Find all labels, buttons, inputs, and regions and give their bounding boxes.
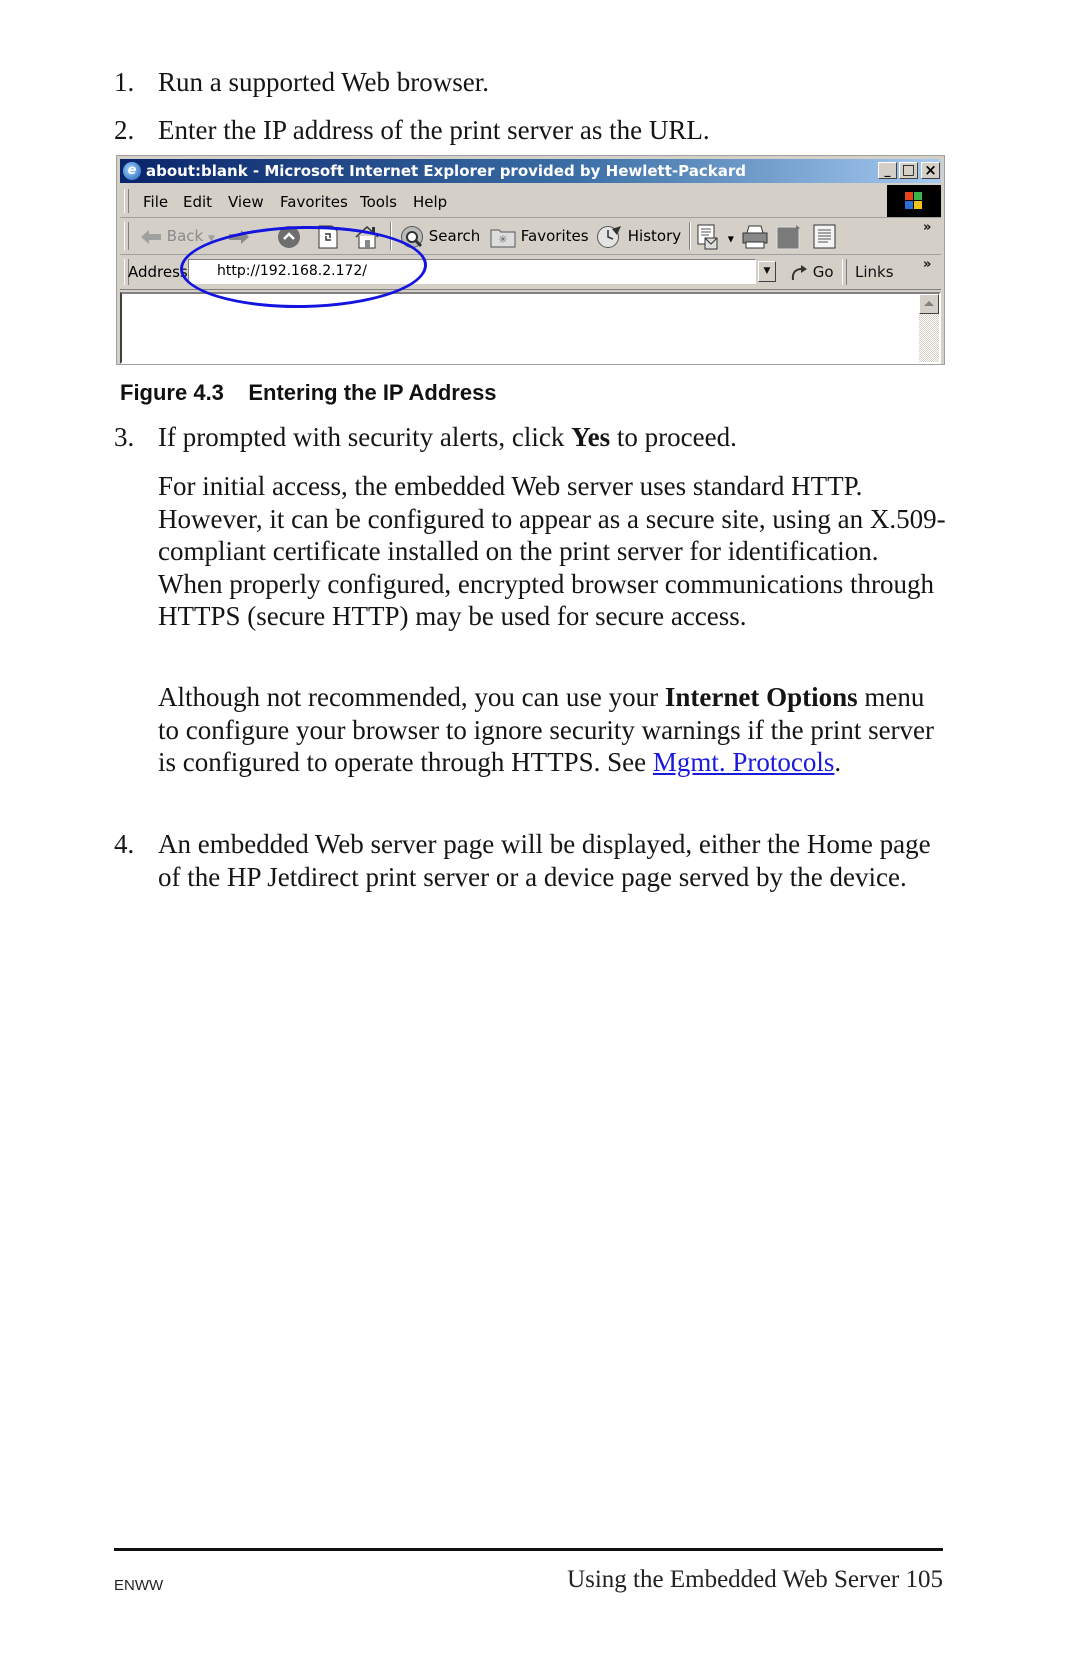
browser-window-title: about:blank - Microsoft Internet Explore… [146,162,746,180]
forward-arrow-icon [229,229,249,244]
toolbar-separator [390,222,392,250]
back-button[interactable]: Back ▼ [140,224,215,248]
menu-favorites[interactable]: Favorites [280,193,348,211]
footer-locale-code: ENWW [114,1577,164,1594]
paragraph-text: . [834,747,842,777]
mail-button[interactable]: ▼ [697,224,734,250]
step-number: 1. [114,67,135,97]
back-arrow-icon [141,229,161,244]
standard-toolbar: Back ▼ Search ✳ Favorites History ▼ » [120,218,941,255]
figure-caption: Figure 4.3 Entering the IP Address [120,380,497,405]
stop-button[interactable] [277,224,301,248]
yes-emphasis: Yes [571,422,611,452]
favorites-folder-icon: ✳ [490,229,516,247]
menu-bar: File Edit View Favorites Tools Help [120,185,941,218]
discuss-button[interactable] [812,224,838,249]
step-text: If prompted with security alerts, click … [158,421,958,454]
go-label: Go [812,263,834,281]
stop-icon [278,225,300,248]
minimize-button[interactable]: _ [878,162,897,179]
step-text: Enter the IP address of the print server… [158,115,710,145]
search-globe-icon [401,225,423,248]
search-label: Search [428,227,481,245]
history-clock-icon [597,225,621,248]
internet-options-paragraph: Although not recommended, you can use yo… [158,681,948,779]
mail-icon [697,224,718,250]
home-button[interactable] [354,224,380,248]
forward-button[interactable] [228,224,250,248]
windows-flag-icon [905,192,923,210]
svg-text:✳: ✳ [498,233,507,246]
close-button[interactable]: × [921,162,940,179]
address-dropdown-icon[interactable]: ▼ [758,261,776,282]
edit-page-icon [776,225,800,250]
toolbar-grip[interactable] [842,259,847,285]
back-label: Back [166,227,204,245]
favorites-button[interactable]: ✳ Favorites [490,224,589,248]
address-label: Address [128,263,188,281]
step-number: 4. [114,829,135,859]
browser-title-bar: e about:blank - Microsoft Internet Explo… [120,159,941,183]
maximize-button[interactable]: □ [899,162,918,179]
toolbar-grip[interactable] [124,222,129,250]
footer-divider [114,1548,943,1551]
printer-icon [742,225,768,248]
step-text-part: to proceed. [610,422,737,452]
paragraph-text: Although not recommended, you can use yo… [158,682,665,712]
windows-logo-throbber [887,185,941,217]
mail-dropdown-icon[interactable]: ▼ [728,235,734,244]
browser-screenshot-figure: e about:blank - Microsoft Internet Explo… [116,155,945,365]
links-button[interactable]: Links [855,261,894,283]
toolbar-overflow-chevron-icon[interactable]: » [923,220,931,235]
mgmt-protocols-link[interactable]: Mgmt. Protocols [653,747,835,777]
step-text: Run a supported Web browser. [158,67,490,97]
search-button[interactable]: Search [400,224,480,248]
address-input[interactable]: http://192.168.2.172/ [188,259,756,284]
discuss-document-icon [813,224,836,249]
footer-page-title: Using the Embedded Web Server 105 [567,1566,943,1593]
toolbar-separator [689,222,691,250]
step-number: 2. [114,115,135,145]
history-label: History [627,227,682,245]
go-button[interactable]: Go [790,261,834,283]
menu-view[interactable]: View [228,193,264,211]
step-text-part: If prompted with security alerts, click [158,422,572,452]
vertical-scrollbar[interactable] [919,294,939,362]
toolbar-grip[interactable] [124,189,129,213]
menu-help[interactable]: Help [413,193,447,211]
history-button[interactable]: History [595,224,681,248]
favorites-label: Favorites [520,227,589,245]
step-text: An embedded Web server page will be disp… [158,829,931,892]
browser-content-area [120,292,941,364]
address-bar: Address http://192.168.2.172/ ▼ Go Links… [120,255,941,290]
menu-tools[interactable]: Tools [360,193,397,211]
internet-explorer-icon: e [123,162,141,180]
scroll-up-button[interactable] [919,294,939,314]
print-button[interactable] [742,224,768,248]
step-number: 3. [114,422,135,452]
internet-options-emphasis: Internet Options [664,682,858,712]
links-overflow-chevron-icon[interactable]: » [923,257,931,272]
home-icon [355,225,379,248]
go-arrow-icon [791,264,807,280]
back-dropdown-icon[interactable]: ▼ [208,234,215,244]
refresh-icon [318,225,338,248]
https-info-paragraph: For initial access, the embedded Web ser… [158,471,946,631]
refresh-button[interactable] [317,224,339,248]
menu-edit[interactable]: Edit [183,193,212,211]
edit-button[interactable] [776,224,802,250]
menu-file[interactable]: File [143,193,168,211]
